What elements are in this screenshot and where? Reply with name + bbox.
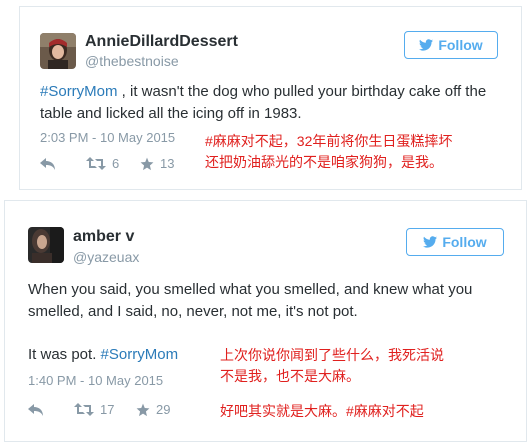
display-name[interactable]: AnnieDillardDessert xyxy=(85,33,238,51)
star-icon xyxy=(136,403,150,416)
tweet-card: amber v @yazeuax Follow When you said, y… xyxy=(4,200,527,442)
retweet-icon xyxy=(74,403,94,416)
timestamp[interactable]: 2:03 PM - 10 May 2015 xyxy=(40,130,175,145)
tweet-body: It was pot. xyxy=(28,346,101,363)
tweet-actions: 17 29 xyxy=(28,402,170,417)
tweet-text: #SorryMom , it wasn't the dog who pulled… xyxy=(40,81,510,125)
hashtag-link[interactable]: #SorryMom xyxy=(40,83,118,100)
annotation-line: 不是我，也不是大麻。 xyxy=(220,368,360,384)
annotation-line: #麻麻对不起，32年前将你生日蛋糕摔坏 xyxy=(205,133,453,149)
retweet-icon xyxy=(86,157,106,170)
like-count: 13 xyxy=(160,156,175,171)
reply-button[interactable] xyxy=(40,157,86,170)
reply-icon xyxy=(28,403,43,416)
follow-label: Follow xyxy=(438,37,483,53)
timestamp[interactable]: 1:40 PM - 10 May 2015 xyxy=(28,373,163,388)
tweet-text-second: It was pot. #SorryMom xyxy=(28,344,178,366)
twitter-bird-icon xyxy=(419,39,434,51)
tweet-actions: 6 13 xyxy=(40,156,174,171)
follow-label: Follow xyxy=(442,234,487,250)
star-icon xyxy=(140,157,154,170)
like-button[interactable]: 13 xyxy=(140,156,174,171)
annotation-line: 好吧其实就是大麻。#麻麻对不起 xyxy=(220,403,424,419)
tweet-text: When you said, you smelled what you smel… xyxy=(28,281,473,320)
avatar[interactable] xyxy=(28,227,64,263)
tweet-card: AnnieDillardDessert @thebestnoise Follow… xyxy=(19,6,522,190)
like-button[interactable]: 29 xyxy=(136,402,170,417)
hashtag-link[interactable]: #SorryMom xyxy=(101,346,179,363)
avatar[interactable] xyxy=(40,33,76,69)
twitter-bird-icon xyxy=(423,236,438,248)
retweet-button[interactable]: 6 xyxy=(86,156,140,171)
user-handle[interactable]: @yazeuax xyxy=(73,249,139,265)
annotation-line: 上次你说你闻到了些什么，我死活说 xyxy=(220,347,444,363)
retweet-count: 6 xyxy=(112,156,120,171)
retweet-button[interactable]: 17 xyxy=(74,402,136,417)
annotation-line: 还把奶油舔光的不是咱家狗狗，是我。 xyxy=(205,154,443,170)
user-handle[interactable]: @thebestnoise xyxy=(85,53,179,69)
follow-button[interactable]: Follow xyxy=(406,228,504,256)
retweet-count: 17 xyxy=(100,402,115,417)
like-count: 29 xyxy=(156,402,171,417)
follow-button[interactable]: Follow xyxy=(404,31,498,59)
reply-button[interactable] xyxy=(28,403,74,416)
display-name[interactable]: amber v xyxy=(73,228,134,246)
reply-icon xyxy=(40,157,55,170)
